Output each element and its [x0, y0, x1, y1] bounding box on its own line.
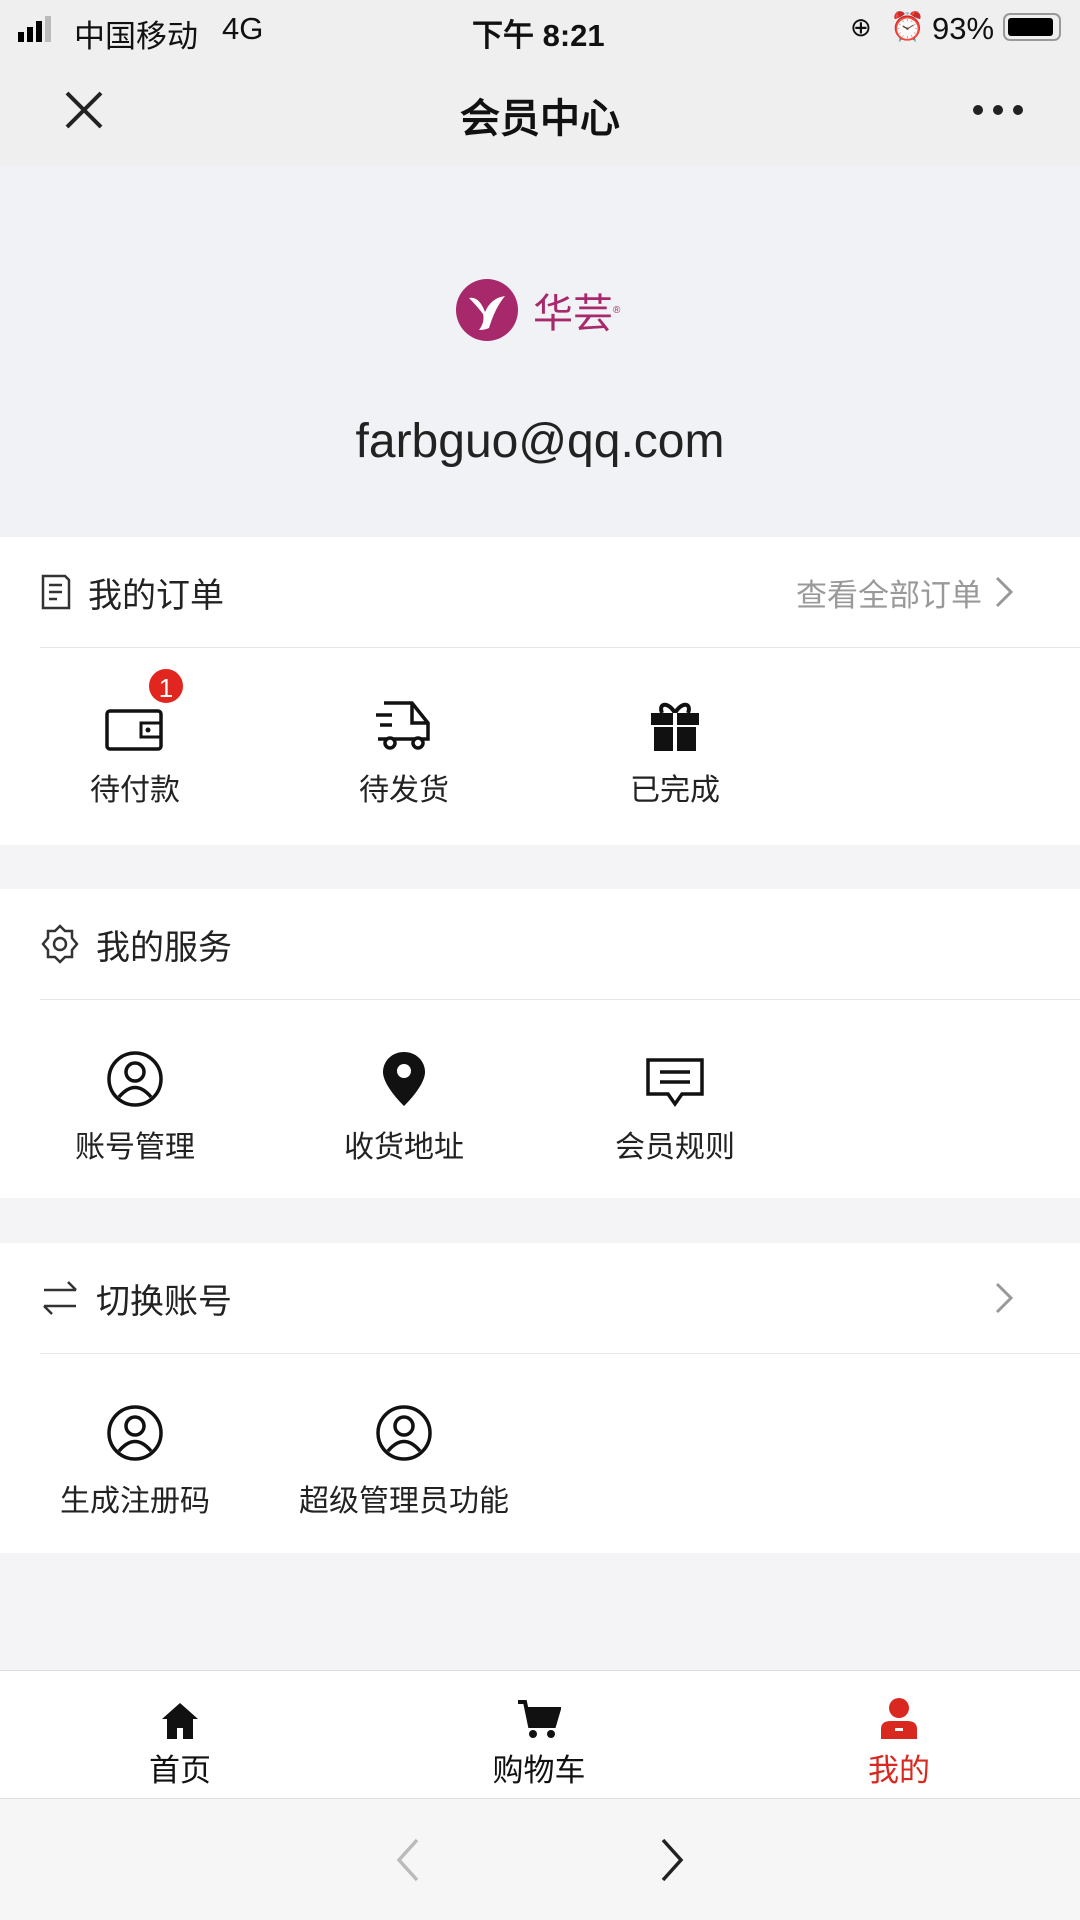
location-pin-icon — [383, 1052, 425, 1106]
browser-toolbar — [0, 1798, 1080, 1920]
page-title: 会员中心 — [460, 97, 620, 141]
profile-header: 华芸 ® farbguo@qq.com — [0, 166, 1080, 537]
tab-label: 我的 — [868, 1753, 930, 1788]
services-title: 我的服务 — [96, 928, 232, 967]
order-pending-shipment[interactable]: 待发货 — [294, 687, 514, 809]
battery-percent: 93% — [932, 11, 995, 46]
brand-logo: 华芸 ® — [455, 278, 620, 342]
wallet-icon — [105, 709, 163, 751]
home-icon — [162, 1703, 198, 1739]
truck-icon — [376, 701, 430, 750]
user-icon — [881, 1698, 917, 1739]
view-all-orders-link[interactable]: 查看全部订单 — [796, 570, 982, 615]
services-section: 我的服务 账号管理 收货地址 会员规则 — [0, 889, 1080, 1198]
forward-icon[interactable] — [660, 1837, 684, 1883]
user-email: farbguo@qq.com — [355, 415, 725, 468]
switch-item-label: 生成注册码 — [60, 1485, 210, 1518]
order-label: 待发货 — [359, 774, 449, 807]
chevron-right-icon — [995, 1282, 1014, 1314]
orders-header[interactable]: 我的订单 查看全部订单 — [40, 537, 1080, 648]
tab-cart[interactable]: 购物车 — [439, 1671, 639, 1790]
tab-label: 购物车 — [492, 1753, 586, 1788]
cart-icon — [518, 1700, 561, 1738]
clock: 下午 8:21 — [472, 18, 605, 53]
order-completed[interactable]: 已完成 — [565, 687, 785, 809]
logo-icon — [456, 279, 518, 341]
back-icon[interactable] — [396, 1837, 420, 1883]
carrier: 中国移动 — [74, 19, 198, 54]
switch-account-section: 切换账号 生成注册码 超级管理员功能 — [0, 1243, 1080, 1553]
logo-text: 华芸 — [533, 291, 613, 337]
chevron-right-icon — [995, 576, 1014, 608]
switch-title: 切换账号 — [96, 1282, 232, 1321]
switch-icon — [43, 1281, 77, 1315]
user-circle-icon — [107, 1051, 163, 1107]
tab-home[interactable]: 首页 — [80, 1671, 280, 1790]
service-account-management[interactable]: 账号管理 — [25, 1044, 245, 1166]
more-icon[interactable] — [972, 104, 1024, 116]
user-circle-icon — [376, 1405, 432, 1461]
orders-section: 我的订单 查看全部订单 1 待付款 待发货 已完成 — [0, 537, 1080, 845]
service-label: 收货地址 — [344, 1131, 464, 1164]
switch-account-header[interactable]: 切换账号 — [40, 1243, 1080, 1354]
notification-badge: 1 — [147, 667, 185, 705]
rotation-lock-icon: ⊕ — [850, 12, 872, 42]
service-label: 账号管理 — [75, 1131, 195, 1164]
service-shipping-address[interactable]: 收货地址 — [294, 1044, 514, 1166]
order-label: 待付款 — [90, 774, 180, 807]
switch-item-label: 超级管理员功能 — [299, 1485, 509, 1518]
nav-bar: 会员中心 — [0, 60, 1080, 166]
user-circle-icon — [107, 1405, 163, 1461]
battery-icon — [1003, 13, 1061, 41]
services-header: 我的服务 — [40, 889, 1080, 1000]
generate-registration-code[interactable]: 生成注册码 — [25, 1398, 245, 1520]
signal-icon — [18, 16, 51, 42]
tab-label: 首页 — [149, 1753, 211, 1788]
order-label: 已完成 — [630, 774, 720, 807]
orders-title: 我的订单 — [88, 576, 224, 615]
status-bar: 中国移动 4G 下午 8:21 ⊕ ⏰ 93% — [0, 0, 1080, 60]
tab-mine[interactable]: 我的 — [799, 1671, 999, 1790]
message-icon — [646, 1058, 704, 1108]
service-label: 会员规则 — [615, 1131, 735, 1164]
tab-bar: 首页 购物车 我的 — [0, 1670, 1080, 1798]
super-admin-functions[interactable]: 超级管理员功能 — [274, 1398, 534, 1520]
alarm-icon: ⏰ — [890, 11, 925, 42]
gear-icon — [41, 924, 79, 964]
gift-icon — [651, 702, 699, 751]
network: 4G — [222, 11, 264, 46]
order-pending-payment[interactable]: 1 待付款 — [25, 667, 245, 809]
order-list-icon — [41, 574, 71, 610]
service-member-rules[interactable]: 会员规则 — [565, 1044, 785, 1166]
